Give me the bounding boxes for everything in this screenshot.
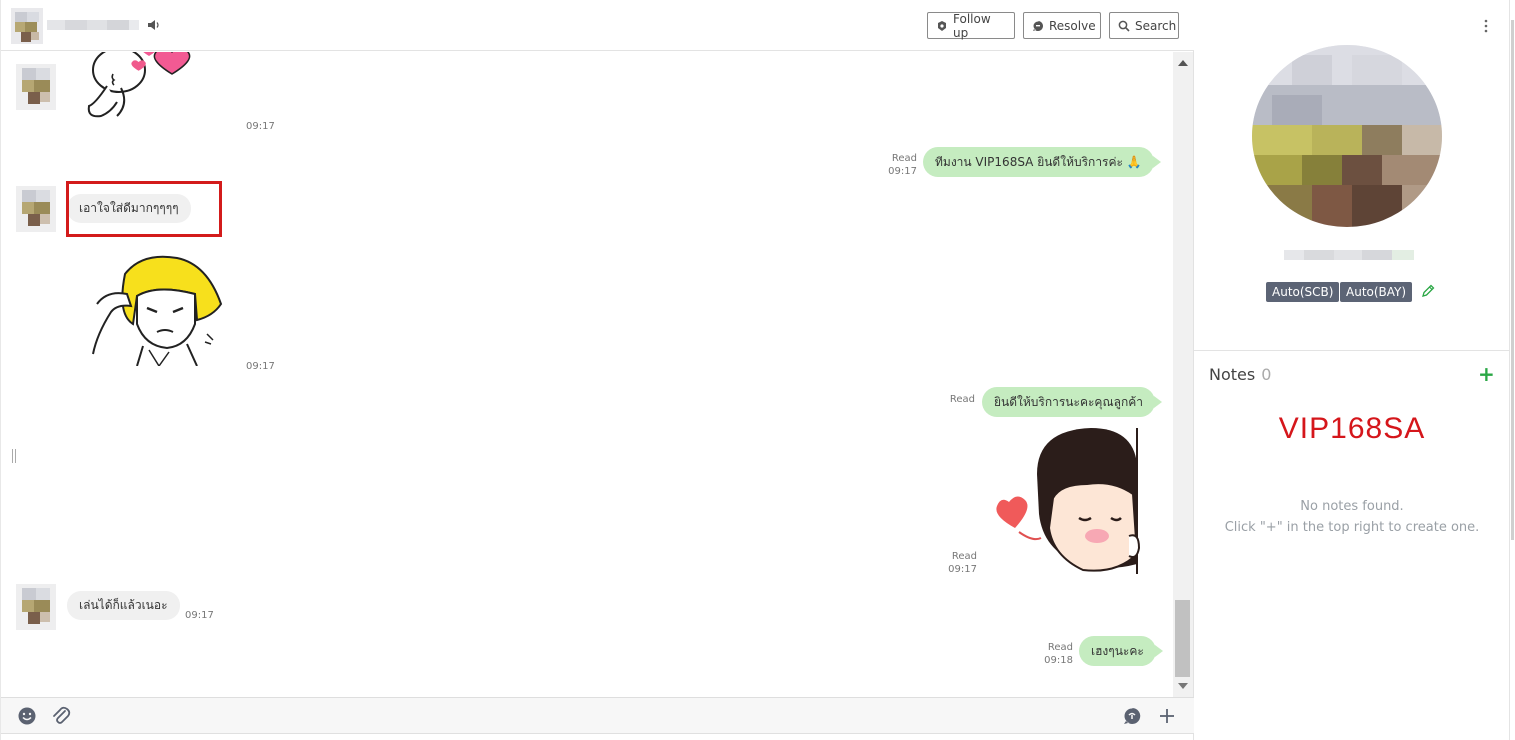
message-time: 09:17 — [888, 166, 917, 177]
read-status: Read — [949, 394, 975, 405]
follow-up-label: Follow up — [953, 11, 991, 40]
message-time: 09:17 — [246, 361, 275, 372]
search-button[interactable]: Search — [1109, 12, 1179, 39]
notes-title: Notes — [1209, 365, 1256, 384]
chat-panel: Follow up Resolve Search 09:17 Read 09:1… — [0, 0, 1194, 740]
brand-watermark: VIP168SA — [1278, 412, 1426, 445]
add-note-button[interactable]: + — [1478, 364, 1495, 384]
outgoing-message: ทีมงาน VIP168SA ยินดีให้บริการค่ะ 🙏 — [923, 147, 1161, 177]
app: Follow up Resolve Search 09:17 Read 09:1… — [0, 0, 1515, 740]
attachment-icon[interactable] — [51, 706, 71, 726]
message-time: 09:17 — [948, 564, 977, 575]
outgoing-message: ยินดีให้บริการนะคะคุณลูกค้า — [982, 387, 1162, 417]
contact-sidebar: Auto(SCB) Auto(BAY) Notes 0 + VIP168SA No… — [1194, 0, 1510, 740]
tag-badge[interactable]: Auto(BAY) — [1340, 282, 1413, 302]
page-scrollbar[interactable] — [1510, 0, 1515, 740]
pencil-icon[interactable] — [1420, 283, 1436, 299]
scroll-up-arrow[interactable] — [1178, 60, 1188, 66]
chat-template-icon[interactable] — [1122, 706, 1142, 726]
follow-up-icon — [938, 20, 946, 31]
sticker-blonde-girl — [92, 255, 223, 366]
sender-avatar — [16, 584, 56, 630]
divider — [1194, 350, 1510, 351]
plus-icon[interactable] — [1157, 706, 1177, 726]
scroll-down-arrow[interactable] — [1178, 683, 1188, 689]
message-list[interactable]: 09:17 Read 09:17 ทีมงาน VIP168SA ยินดีให… — [1, 52, 1173, 697]
outgoing-message: เฮงๆนะคะ — [1079, 636, 1163, 666]
sender-avatar — [16, 186, 56, 232]
empty-line-2: Click "+" in the top right to create one… — [1224, 520, 1480, 535]
search-icon — [1118, 20, 1130, 32]
page-scroll-thumb[interactable] — [1511, 20, 1514, 540]
message-time: 09:18 — [1044, 655, 1073, 666]
sticker-bunny-hearts — [87, 52, 191, 118]
message-time: 09:17 — [246, 121, 275, 132]
read-label: Read — [891, 153, 917, 164]
read-status: Read 09:17 — [943, 550, 977, 576]
contact-name-blurred — [47, 20, 139, 30]
speaker-icon[interactable] — [147, 18, 161, 32]
notes-heading: Notes 0 — [1209, 365, 1271, 384]
contact-avatar[interactable] — [11, 8, 43, 44]
scroll-thumb[interactable] — [1175, 600, 1190, 677]
notes-empty-state: No notes found. Click "+" in the top rig… — [1194, 496, 1510, 538]
empty-line-1: No notes found. — [1300, 499, 1404, 514]
follow-up-button[interactable]: Follow up — [927, 11, 1015, 40]
profile-photo — [1252, 45, 1442, 227]
search-label: Search — [1135, 18, 1177, 33]
read-status: Read 09:17 — [881, 152, 917, 178]
kebab-menu-icon[interactable] — [1482, 18, 1490, 34]
resolve-label: Resolve — [1049, 18, 1096, 33]
resolve-icon — [1033, 20, 1043, 31]
sticker-boy-heart — [996, 428, 1141, 574]
read-label: Read — [951, 551, 977, 562]
profile-name-blurred — [1284, 250, 1414, 260]
emoji-icon[interactable] — [17, 706, 37, 726]
tag-badge[interactable]: Auto(SCB) — [1266, 282, 1340, 302]
resolve-button[interactable]: Resolve — [1023, 12, 1101, 39]
sender-avatar — [16, 64, 56, 110]
panel-resize-handle[interactable] — [11, 449, 17, 463]
message-time: 09:17 — [185, 610, 214, 621]
composer-toolbar — [1, 697, 1194, 734]
read-status: Read 09:18 — [1037, 641, 1073, 667]
chat-header: Follow up Resolve Search — [1, 0, 1194, 51]
incoming-message: เล่นได้ก็แล้วเนอะ — [67, 591, 180, 620]
highlight-annotation — [66, 181, 222, 237]
notes-count: 0 — [1261, 365, 1272, 384]
read-label: Read — [1047, 642, 1073, 653]
message-scrollbar[interactable] — [1173, 52, 1193, 697]
